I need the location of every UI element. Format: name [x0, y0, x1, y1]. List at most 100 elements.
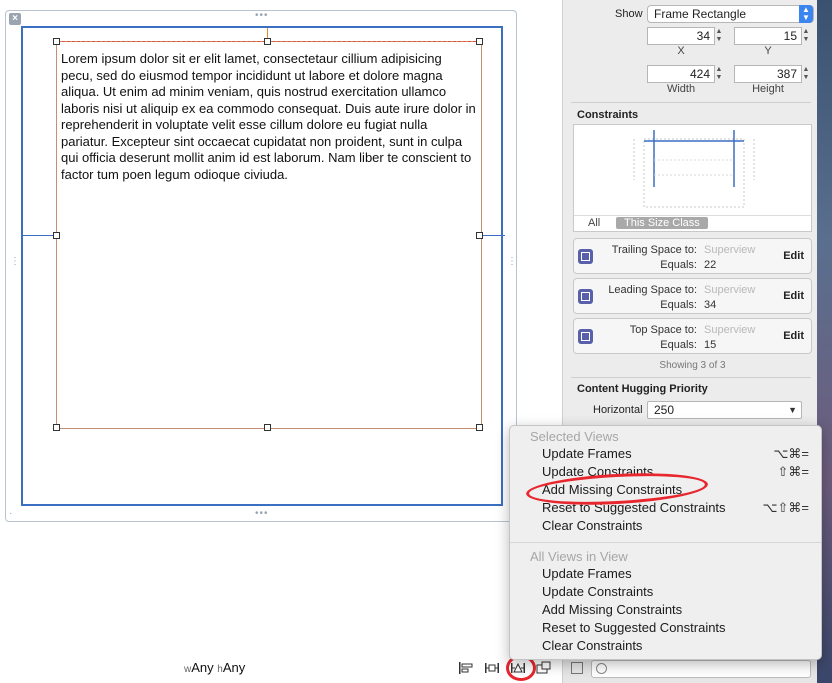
- menu-item-label: Reset to Suggested Constraints: [542, 620, 726, 635]
- height-field[interactable]: 387: [734, 65, 802, 83]
- show-popup[interactable]: Frame Rectangle ▲ ▼: [647, 5, 814, 23]
- library-filter-field[interactable]: [591, 660, 811, 678]
- view-controller-scene[interactable]: × ••• ••• ⋮ ⋮ · · Lorem ipsum dolor sit …: [5, 10, 517, 522]
- menu-section-header: All Views in View: [530, 549, 628, 564]
- resize-handle[interactable]: [476, 424, 483, 431]
- x-label: X: [677, 45, 685, 57]
- constraint-target: Superview: [704, 324, 756, 336]
- leading-space-icon: [578, 289, 593, 304]
- grid-view-icon[interactable]: [571, 662, 583, 674]
- constraint-target: Superview: [704, 284, 756, 296]
- constraint-equals-label: Equals:: [660, 339, 697, 351]
- pin-icon: [485, 663, 499, 673]
- constraints-filter-tabs: All This Size Class: [574, 215, 811, 231]
- divider: [571, 102, 811, 103]
- filter-icon: [596, 663, 607, 674]
- height-stepper[interactable]: ▲ ▼: [802, 66, 810, 84]
- height-class: Any: [222, 660, 246, 675]
- constraint-target: Superview: [704, 244, 756, 256]
- horizontal-label: Horizontal: [593, 404, 643, 416]
- horizontal-priority-value: 250: [654, 403, 675, 417]
- y-field[interactable]: 15: [734, 27, 802, 45]
- left-resize-grip-icon[interactable]: ⋮: [10, 257, 20, 267]
- constraints-title: Constraints: [577, 109, 639, 121]
- resize-handle[interactable]: [476, 38, 483, 45]
- menu-item-all-clear-constraints[interactable]: Clear Constraints: [542, 637, 811, 655]
- edit-button[interactable]: Edit: [783, 290, 804, 302]
- show-value: Frame Rectangle: [654, 7, 747, 21]
- constraint-value: 34: [704, 299, 717, 311]
- resizing-behavior-button[interactable]: [533, 658, 555, 678]
- menu-separator: [510, 542, 821, 543]
- bottom-resize-grip-icon[interactable]: •••: [255, 509, 269, 519]
- width-class: Any: [191, 660, 214, 675]
- width-label: Width: [666, 83, 696, 95]
- text-view[interactable]: Lorem ipsum dolor sit er elit lamet, con…: [53, 38, 483, 431]
- resize-handle[interactable]: [476, 232, 483, 239]
- constraint-equals-label: Equals:: [660, 299, 697, 311]
- resize-handle[interactable]: [53, 38, 60, 45]
- trailing-constraint-line[interactable]: [482, 235, 505, 236]
- menu-item-label: Update Frames: [542, 446, 632, 461]
- constraint-title: Trailing Space to:: [611, 244, 697, 256]
- resize-handle[interactable]: [53, 232, 60, 239]
- tab-all[interactable]: All: [588, 217, 600, 229]
- top-space-icon: [578, 329, 593, 344]
- menu-item-all-reset-to-suggested[interactable]: Reset to Suggested Constraints: [542, 619, 811, 637]
- resizing-icon: [536, 661, 551, 674]
- constraint-row-trailing[interactable]: Trailing Space to: Superview Equals: 22 …: [573, 238, 812, 274]
- y-stepper[interactable]: ▲ ▼: [802, 28, 810, 46]
- width-field[interactable]: 424: [647, 65, 715, 83]
- constraint-equals-label: Equals:: [660, 259, 697, 271]
- constraints-diagram-graphic: [633, 130, 755, 208]
- top-resize-grip-icon[interactable]: •••: [255, 11, 269, 21]
- pin-button[interactable]: [481, 658, 503, 678]
- x-stepper[interactable]: ▲ ▼: [715, 28, 723, 46]
- menu-item-clear-constraints[interactable]: Clear Constraints: [542, 517, 811, 535]
- tab-this-size-class[interactable]: This Size Class: [616, 217, 708, 229]
- menu-item-label: Update Frames: [542, 566, 632, 581]
- edit-button[interactable]: Edit: [783, 330, 804, 342]
- constraint-row-leading[interactable]: Leading Space to: Superview Equals: 34 E…: [573, 278, 812, 314]
- horizontal-priority-combo[interactable]: 250 ▼: [647, 401, 802, 419]
- right-resize-grip-icon[interactable]: ⋮: [507, 257, 517, 267]
- align-button[interactable]: [455, 658, 477, 678]
- hugging-title: Content Hugging Priority: [577, 383, 708, 395]
- menu-item-shortcut: ⌥⌘=: [773, 446, 809, 461]
- resize-handle[interactable]: [264, 424, 271, 431]
- menu-item-label: Update Constraints: [542, 584, 654, 599]
- constraints-diagram[interactable]: All This Size Class: [573, 124, 812, 232]
- align-icon: [459, 662, 473, 674]
- menu-item-all-add-missing-constraints[interactable]: Add Missing Constraints: [542, 601, 811, 619]
- chevron-down-icon: ▼: [788, 405, 797, 415]
- menu-item-update-frames[interactable]: Update Frames ⌥⌘=: [542, 445, 811, 463]
- menu-item-shortcut: ⌥⇧⌘=: [762, 500, 809, 515]
- resize-handle[interactable]: [53, 424, 60, 431]
- edit-button[interactable]: Edit: [783, 250, 804, 262]
- constraint-value: 15: [704, 339, 717, 351]
- divider: [571, 377, 811, 378]
- chevron-updown-icon: ▲ ▼: [799, 5, 813, 23]
- resolve-auto-layout-menu: Selected Views Update Frames ⌥⌘= Update …: [509, 425, 822, 660]
- menu-item-label: Clear Constraints: [542, 638, 643, 653]
- storyboard-canvas[interactable]: × ••• ••• ⋮ ⋮ · · Lorem ipsum dolor sit …: [0, 0, 562, 683]
- corner-grip-icon[interactable]: ·: [9, 509, 13, 519]
- close-scene-icon[interactable]: ×: [9, 13, 21, 25]
- size-class-selector[interactable]: wAny hAny: [184, 660, 245, 675]
- width-stepper[interactable]: ▲ ▼: [715, 66, 723, 84]
- menu-section-header: Selected Views: [530, 429, 619, 444]
- y-label: Y: [764, 45, 772, 57]
- leading-constraint-line[interactable]: [23, 235, 56, 236]
- menu-item-all-update-frames[interactable]: Update Frames: [542, 565, 811, 583]
- menu-item-all-update-constraints[interactable]: Update Constraints: [542, 583, 811, 601]
- root-view[interactable]: Lorem ipsum dolor sit er elit lamet, con…: [21, 26, 505, 506]
- constraint-row-top[interactable]: Top Space to: Superview Equals: 15 Edit: [573, 318, 812, 354]
- showing-count: Showing 3 of 3: [659, 360, 726, 371]
- show-label: Show: [615, 8, 643, 20]
- menu-item-label: Add Missing Constraints: [542, 602, 683, 617]
- resize-handle[interactable]: [264, 38, 271, 45]
- constraint-title: Leading Space to:: [608, 284, 697, 296]
- menu-item-label: Clear Constraints: [542, 518, 643, 533]
- height-label: Height: [752, 83, 784, 95]
- x-field[interactable]: 34: [647, 27, 715, 45]
